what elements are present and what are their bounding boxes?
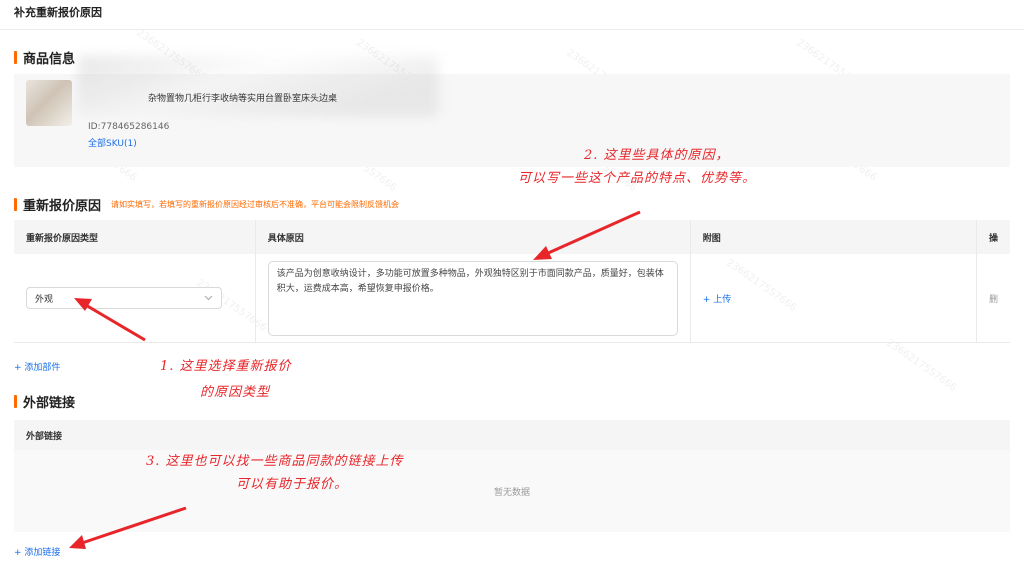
arrow-3-icon xyxy=(69,506,187,549)
arrow-2-icon xyxy=(533,210,641,260)
annotation-arrows xyxy=(69,210,641,549)
arrow-1-icon xyxy=(74,298,146,342)
